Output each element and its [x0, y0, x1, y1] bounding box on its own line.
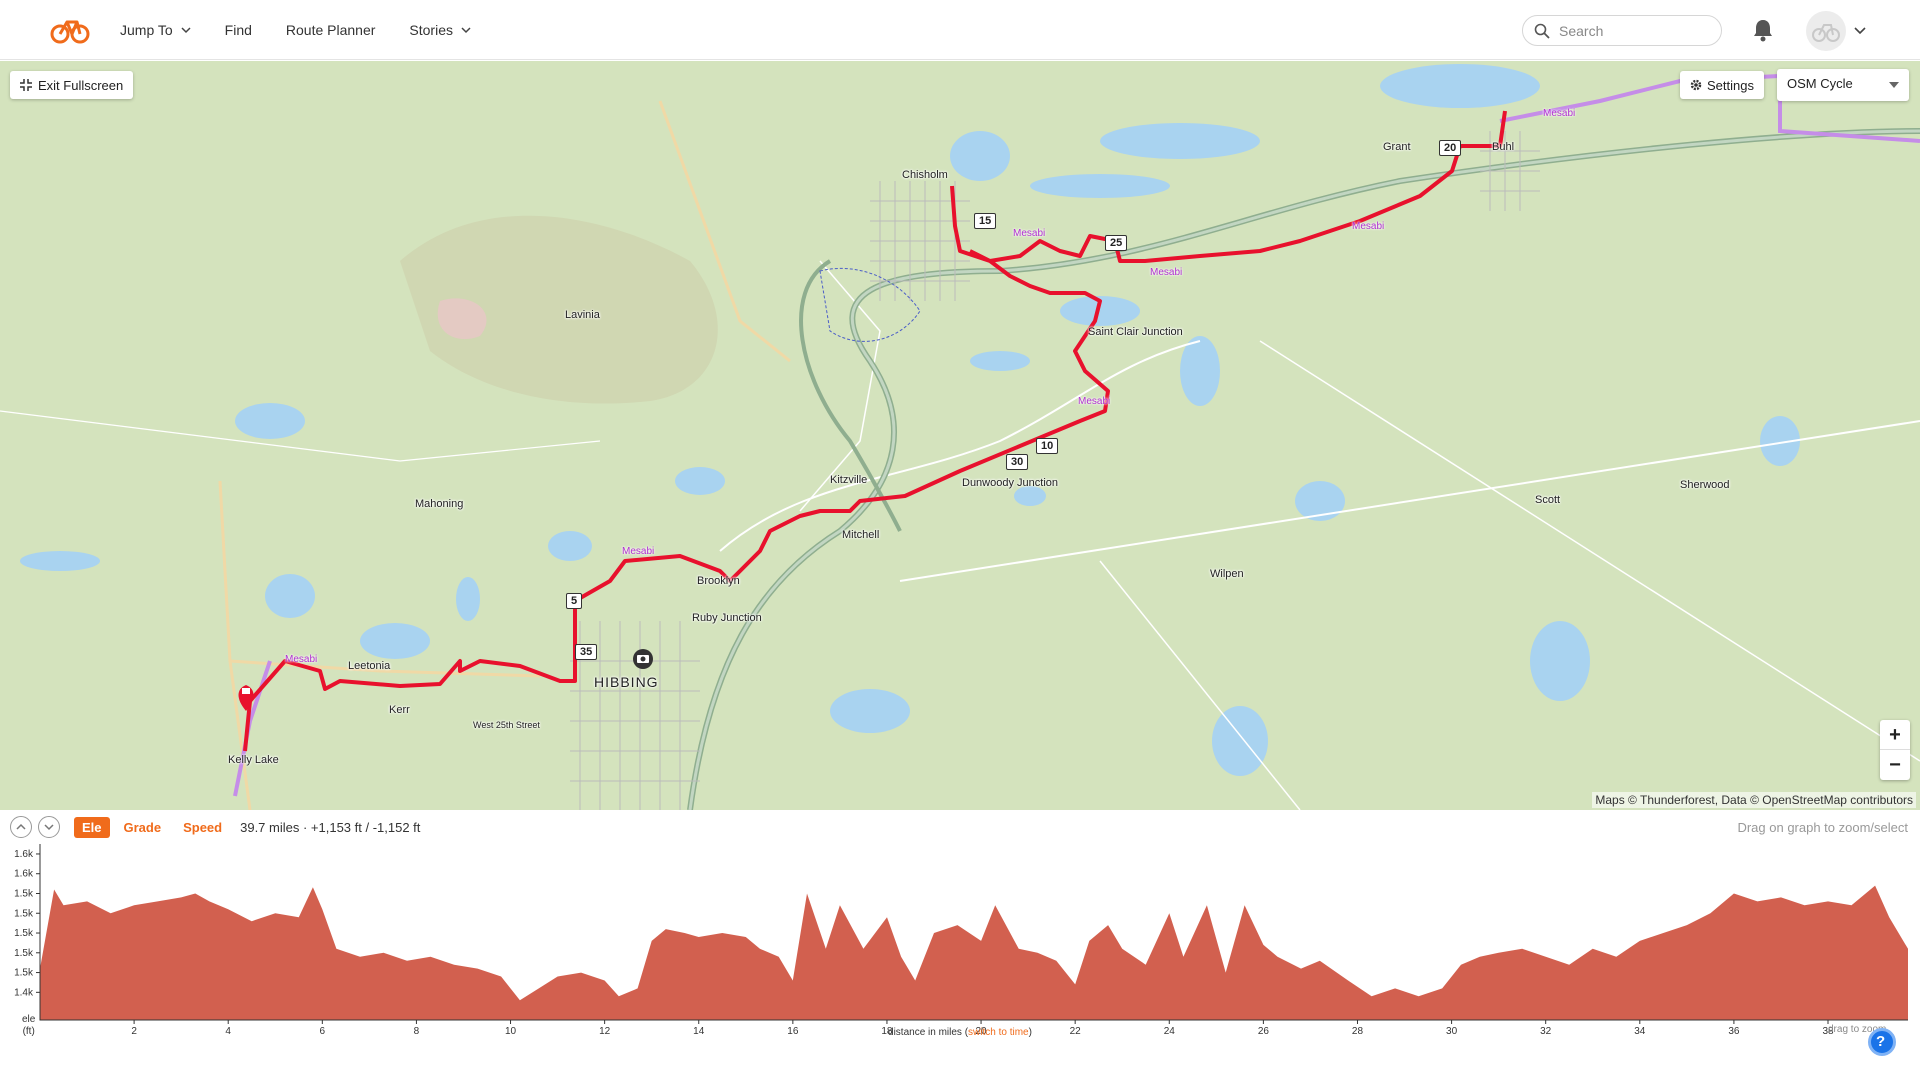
nav-stories-label: Stories	[409, 22, 453, 38]
y-tick-label: 1.5k	[14, 908, 34, 919]
y-tick-label: 1.6k	[14, 849, 34, 860]
chevron-up-icon	[16, 823, 26, 830]
map-tiles	[0, 61, 1920, 810]
elevation-chart[interactable]: 1.6k1.6k1.5k1.5k1.5k1.5k1.5k1.4k2 4 6 8 10 12…	[0, 840, 1920, 1040]
nav-find-label: Find	[224, 22, 252, 38]
mile-marker-15[interactable]: 15	[974, 213, 997, 229]
zoom-in-button[interactable]: +	[1880, 720, 1910, 750]
mile-marker-30[interactable]: 30	[1006, 454, 1029, 470]
ride-logo-bicycle-icon[interactable]	[50, 14, 90, 46]
y-tick-label: 1.4k	[14, 987, 34, 998]
map-label-kerr: Kerr	[389, 704, 410, 716]
map-label-grant: Grant	[1383, 141, 1411, 153]
main-nav: Jump To Find Route Planner Stories	[120, 0, 505, 60]
nav-route-planner[interactable]: Route Planner	[286, 22, 376, 38]
map-label-kitzville: Kitzville	[830, 474, 868, 486]
gear-icon	[1690, 79, 1702, 91]
nav-stories[interactable]: Stories	[409, 22, 471, 38]
nav-route-planner-label: Route Planner	[285, 22, 376, 38]
map-label-chisholm: Chisholm	[902, 169, 948, 181]
help-button[interactable]: ?	[1868, 1028, 1896, 1056]
search-box[interactable]	[1522, 15, 1722, 46]
collapse-panel-button[interactable]	[38, 816, 60, 838]
top-navigation-bar: Jump To Find Route Planner Stories	[0, 0, 1920, 60]
mile-marker-10[interactable]: 10	[1036, 438, 1059, 454]
exit-fullscreen-icon	[20, 79, 32, 91]
chevron-down-icon	[181, 27, 191, 34]
elevation-controls: Ele Grade Speed 39.7 miles · +1,153 ft /…	[10, 816, 420, 838]
x-axis-caption-suffix: )	[1028, 1027, 1032, 1038]
x-axis-caption-prefix: distance in miles (	[888, 1027, 969, 1038]
trail-label-mesabi: Mesabi	[1150, 267, 1183, 278]
y-tick-label: 1.6k	[14, 869, 34, 880]
switch-to-time-link[interactable]: switch to time	[968, 1027, 1029, 1038]
tab-elevation[interactable]: Ele	[74, 816, 110, 838]
mile-marker-5[interactable]: 5	[566, 593, 583, 609]
map-label-mahoning: Mahoning	[415, 498, 464, 510]
zoom-control: + −	[1880, 720, 1910, 780]
trail-label-mesabi: Mesabi	[1543, 108, 1576, 119]
nav-jump-to-label: Jump To	[120, 22, 173, 38]
map-label-lavinia: Lavinia	[565, 309, 600, 321]
trail-label-mesabi: Mesabi	[285, 654, 318, 665]
map-label-kelly-lake: Kelly Lake	[228, 754, 279, 766]
y-tick-label: 1.5k	[14, 968, 34, 979]
map-label-mitchell: Mitchell	[842, 529, 880, 541]
tab-speed[interactable]: Speed	[175, 817, 230, 838]
mile-marker-20[interactable]: 20	[1439, 140, 1462, 156]
y-tick-label: 1.5k	[14, 928, 34, 939]
y-tick-label: 1.5k	[14, 948, 34, 959]
avatar-bicycle-icon	[1812, 24, 1840, 42]
tab-grade[interactable]: Grade	[116, 817, 170, 838]
map-label-scott: Scott	[1535, 494, 1561, 506]
map-label-leetonia: Leetonia	[348, 660, 391, 672]
trail-label-mesabi: Mesabi	[1352, 221, 1385, 232]
y-tick-label: 1.5k	[14, 888, 34, 899]
route-map[interactable]: Chisholm Grant Buhl Lavinia Saint Clair …	[0, 61, 1920, 810]
map-layer-select[interactable]: OSM Cycle	[1777, 69, 1909, 101]
map-label-saint-clair-junction: Saint Clair Junction	[1088, 326, 1183, 338]
nav-find[interactable]: Find	[225, 22, 252, 38]
exit-fullscreen-label: Exit Fullscreen	[38, 77, 124, 93]
notifications-bell-icon[interactable]	[1752, 18, 1774, 42]
map-label-hibbing: HIBBING	[594, 674, 659, 690]
help-question-icon: ?	[1876, 1033, 1886, 1050]
elevation-area	[40, 885, 1908, 1020]
trail-label-mesabi: Mesabi	[1013, 228, 1046, 239]
chevron-down-icon	[461, 27, 471, 34]
map-label-buhl: Buhl	[1492, 141, 1515, 153]
map-settings-label: Settings	[1707, 77, 1754, 93]
map-label-west-25th-street: West 25th Street	[473, 720, 540, 730]
search-input[interactable]	[1557, 22, 1707, 40]
exit-fullscreen-button[interactable]: Exit Fullscreen	[10, 71, 134, 99]
trail-label-mesabi: Mesabi	[622, 546, 655, 557]
trail-label-mesabi: Mesabi	[1078, 396, 1111, 407]
expand-panel-button[interactable]	[10, 816, 32, 838]
x-axis-caption: distance in miles (switch to time)	[0, 1027, 1920, 1038]
account-chevron-down-icon[interactable]	[1854, 24, 1866, 36]
photo-marker-camera-icon[interactable]	[633, 649, 653, 669]
map-label-sherwood: Sherwood	[1680, 479, 1730, 491]
map-layer-selected: OSM Cycle	[1787, 76, 1853, 91]
dropdown-caret-icon	[1889, 82, 1899, 88]
drag-hint: Drag on graph to zoom/select	[1737, 820, 1908, 835]
mile-marker-35[interactable]: 35	[575, 644, 598, 660]
map-label-brooklyn: Brooklyn	[697, 575, 740, 587]
user-avatar[interactable]	[1806, 11, 1846, 51]
map-attribution: Maps © Thunderforest, Data © OpenStreetM…	[1592, 792, 1916, 808]
map-label-dunwoody-junction: Dunwoody Junction	[962, 477, 1059, 489]
route-stats: 39.7 miles · +1,153 ft / -1,152 ft	[240, 819, 421, 835]
nav-jump-to[interactable]: Jump To	[120, 22, 191, 38]
elevation-panel: Ele Grade Speed 39.7 miles · +1,153 ft /…	[0, 810, 1920, 1080]
map-settings-button[interactable]: Settings	[1680, 71, 1764, 99]
search-icon	[1534, 23, 1550, 39]
map-label-wilpen: Wilpen	[1210, 568, 1244, 580]
zoom-out-button[interactable]: −	[1880, 750, 1910, 780]
chevron-down-icon	[44, 824, 54, 831]
mile-marker-25[interactable]: 25	[1105, 235, 1128, 251]
map-label-ruby-junction: Ruby Junction	[692, 612, 762, 624]
